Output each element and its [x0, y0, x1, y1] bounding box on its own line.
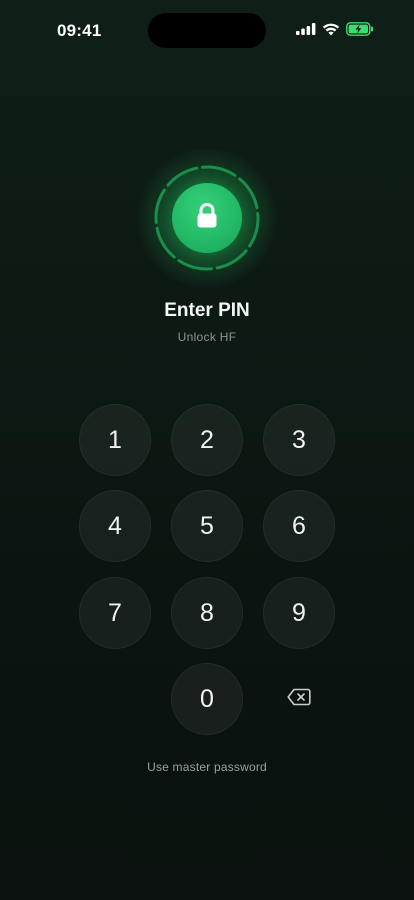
page-subtitle: Unlock HF [177, 330, 237, 344]
key-0[interactable]: 0 [171, 663, 243, 735]
key-label: 8 [200, 598, 214, 627]
key-1[interactable]: 1 [79, 404, 151, 476]
key-9[interactable]: 9 [263, 577, 335, 649]
lock-badge [137, 148, 277, 288]
status-time: 09:41 [57, 21, 102, 40]
dynamic-island [148, 13, 266, 48]
page-title: Enter PIN [164, 300, 250, 321]
wifi-icon [322, 23, 340, 36]
battery-charging-icon [346, 22, 374, 36]
key-label: 1 [108, 425, 122, 454]
key-4[interactable]: 4 [79, 490, 151, 562]
backspace-icon [287, 688, 311, 711]
status-bar: 09:41 [0, 0, 414, 60]
status-icons [296, 22, 374, 36]
key-6[interactable]: 6 [263, 490, 335, 562]
key-label: 0 [200, 684, 214, 713]
key-label: 7 [108, 598, 122, 627]
cellular-signal-icon [296, 23, 316, 35]
key-label: 3 [292, 425, 306, 454]
delete-button[interactable] [263, 663, 335, 735]
key-2[interactable]: 2 [171, 404, 243, 476]
key-7[interactable]: 7 [79, 577, 151, 649]
key-8[interactable]: 8 [171, 577, 243, 649]
key-label: 9 [292, 598, 306, 627]
key-3[interactable]: 3 [263, 404, 335, 476]
key-label: 5 [200, 511, 214, 540]
padlock-icon [196, 202, 218, 234]
key-label: 4 [108, 511, 122, 540]
key-label: 2 [200, 425, 214, 454]
key-label: 6 [292, 511, 306, 540]
key-5[interactable]: 5 [171, 490, 243, 562]
lock-core [172, 183, 242, 253]
use-master-password-link[interactable]: Use master password [0, 760, 414, 774]
